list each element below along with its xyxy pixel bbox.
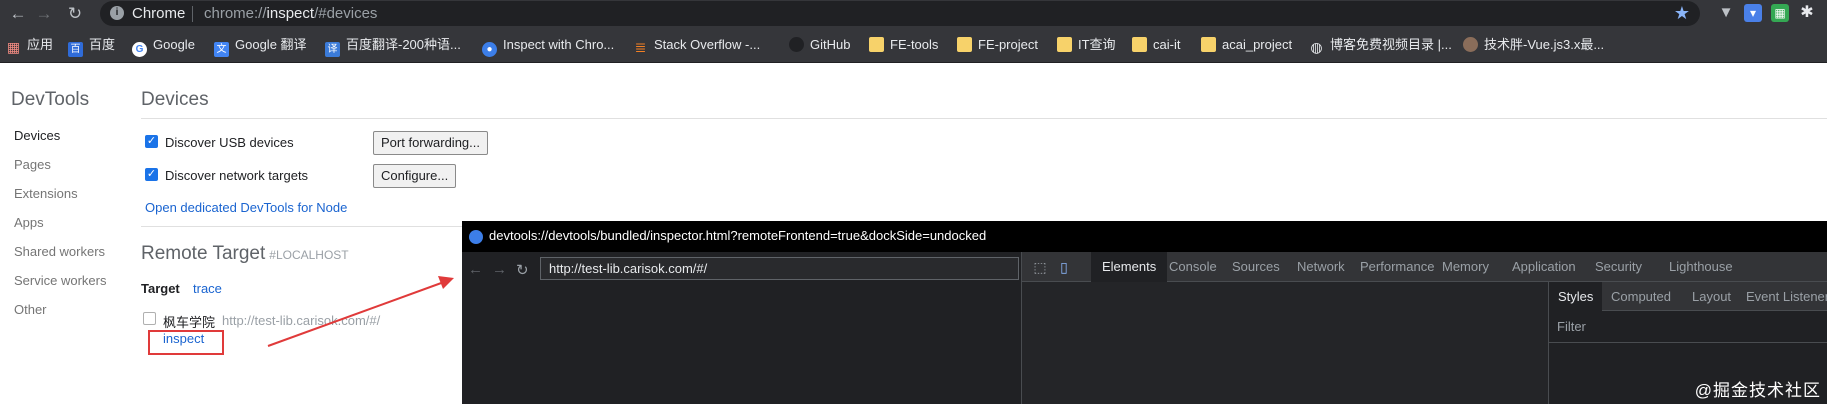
sidebar-item-extensions[interactable]: Extensions: [14, 186, 78, 201]
localhost-tag: #LOCALHOST: [269, 248, 349, 262]
annotation-arrow: [267, 276, 454, 347]
subtab-layout[interactable]: Layout: [1683, 282, 1740, 311]
folder-icon: [1201, 37, 1216, 52]
tab-sources[interactable]: Sources: [1221, 252, 1291, 282]
tab-memory[interactable]: Memory: [1431, 252, 1500, 282]
divider: [192, 6, 193, 22]
chrome-icon: ●: [482, 42, 497, 57]
screencast-pane: ← → ↻ http://test-lib.carisok.com/#/: [462, 252, 1022, 404]
tab-network[interactable]: Network: [1286, 252, 1356, 282]
back-icon[interactable]: ←: [7, 3, 29, 25]
annotation-highlight-box: [148, 330, 224, 355]
screencast-reload-icon[interactable]: ↻: [516, 261, 529, 279]
bookmark-item[interactable]: ● Inspect with Chro...: [482, 36, 614, 57]
sidebar-item-shared-workers[interactable]: Shared workers: [14, 244, 105, 259]
devtools-tab-bar: ⬚ ▯ Elements Console Sources Network Per…: [1022, 252, 1827, 282]
divider: [141, 118, 1827, 119]
page-favicon-icon: [143, 312, 156, 325]
bookmark-item[interactable]: IT查询: [1057, 36, 1116, 54]
styles-subtab-bar: Styles Computed Layout Event Listeners: [1549, 282, 1827, 311]
discover-network-checkbox[interactable]: ✓: [145, 168, 158, 181]
avatar-icon: [1463, 37, 1478, 52]
inspect-element-icon[interactable]: ⬚: [1032, 259, 1048, 275]
bookmark-item[interactable]: acai_project: [1201, 36, 1292, 54]
discover-network-label: Discover network targets: [165, 168, 309, 183]
trace-link[interactable]: trace: [193, 281, 222, 296]
reload-icon[interactable]: ↻: [64, 3, 86, 25]
screencast-forward-icon[interactable]: →: [492, 261, 507, 278]
omnibox-chip-label: Chrome: [132, 5, 186, 22]
configure-button[interactable]: Configure...: [373, 164, 457, 188]
divider: [1549, 342, 1827, 343]
address-bar[interactable]: i Chrome chrome://inspect/#devices ★: [100, 1, 1700, 26]
bookmark-item[interactable]: 百百度: [68, 36, 115, 57]
sidebar-item-service-workers[interactable]: Service workers: [14, 273, 106, 288]
chrome-logo-icon: [469, 230, 483, 244]
remote-target-title: Remote Target #LOCALHOST: [141, 243, 349, 264]
watermark-text: @掘金技术社区: [1694, 381, 1821, 400]
subtab-styles[interactable]: Styles: [1549, 282, 1603, 311]
bookmark-item[interactable]: ◍ 博客免费视频目录 |...: [1309, 36, 1451, 55]
globe-icon: ◍: [1310, 39, 1323, 55]
bookmark-star-icon[interactable]: ★: [1674, 3, 1690, 24]
discover-usb-label: Discover USB devices: [165, 135, 294, 150]
extension-triangle-icon[interactable]: ▼: [1717, 4, 1735, 22]
screencast-url-input[interactable]: http://test-lib.carisok.com/#/: [540, 257, 1019, 280]
discover-usb-checkbox[interactable]: ✓: [145, 135, 158, 148]
bookmarks-bar: ▦ 应用 百百度 G Google 文 Google 翻译 译百度翻译-200种语..…: [0, 27, 1827, 63]
page-title: Devices: [141, 89, 209, 110]
devtools-window-titlebar: devtools://devtools/bundled/inspector.ht…: [462, 221, 1827, 252]
extension-download-icon[interactable]: ▾: [1744, 4, 1762, 22]
target-page-name: 枫车学院: [163, 315, 216, 330]
google-translate-icon: 文: [214, 42, 229, 57]
github-icon: [789, 37, 804, 52]
baidu-translate-icon: 译: [325, 42, 340, 57]
open-node-devtools-link[interactable]: Open dedicated DevTools for Node: [145, 200, 347, 215]
screencast-back-icon[interactable]: ←: [468, 261, 483, 278]
bookmark-item[interactable]: cai-it: [1132, 36, 1180, 54]
apps-grid-icon: ▦: [6, 39, 21, 55]
bookmark-item[interactable]: 技术胖-Vue.js3.x最...: [1463, 36, 1604, 54]
sidebar-item-pages[interactable]: Pages: [14, 157, 51, 172]
sidebar-item-apps[interactable]: Apps: [14, 215, 44, 230]
styles-filter-input[interactable]: Filter: [1557, 319, 1586, 334]
devtools-window: devtools://devtools/bundled/inspector.ht…: [462, 221, 1827, 404]
devtools-window-title: devtools://devtools/bundled/inspector.ht…: [489, 228, 987, 243]
port-forwarding-button[interactable]: Port forwarding...: [373, 131, 488, 155]
bookmark-item[interactable]: FE-project: [957, 36, 1038, 54]
folder-icon: [957, 37, 972, 52]
address-url[interactable]: chrome://inspect/#devices: [204, 5, 377, 22]
bookmark-item[interactable]: 文 Google 翻译: [214, 36, 307, 57]
tab-console[interactable]: Console: [1158, 252, 1228, 282]
google-icon: G: [132, 42, 147, 57]
subtab-computed[interactable]: Computed: [1602, 282, 1680, 311]
tab-elements[interactable]: Elements: [1091, 252, 1168, 282]
target-label: Target: [141, 281, 180, 296]
sidebar-item-devices[interactable]: Devices: [14, 128, 60, 143]
device-toolbar-icon[interactable]: ▯: [1056, 259, 1072, 275]
sidebar-item-other[interactable]: Other: [14, 302, 47, 317]
extension-grid-icon[interactable]: ▦: [1771, 4, 1789, 22]
bookmark-item[interactable]: ≣ Stack Overflow -...: [633, 36, 761, 55]
tab-lighthouse[interactable]: Lighthouse: [1658, 252, 1744, 282]
browser-toolbar: ← → ↻ i Chrome chrome://inspect/#devices…: [0, 0, 1827, 27]
tab-application[interactable]: Application: [1501, 252, 1587, 282]
bookmark-item[interactable]: FE-tools: [869, 36, 938, 54]
extensions-puzzle-icon[interactable]: ✱: [1798, 4, 1816, 22]
site-info-icon[interactable]: i: [110, 6, 124, 20]
subtab-event-listeners[interactable]: Event Listeners: [1737, 282, 1827, 311]
bookmark-item[interactable]: 译百度翻译-200种语...: [325, 36, 461, 57]
bookmark-item[interactable]: GitHub: [789, 36, 850, 54]
sidebar-title: DevTools: [11, 89, 90, 110]
bookmark-item[interactable]: G Google: [132, 36, 195, 57]
baidu-icon: 百: [68, 42, 83, 57]
stackoverflow-icon: ≣: [634, 39, 647, 55]
folder-icon: [1057, 37, 1072, 52]
folder-icon: [1132, 37, 1147, 52]
bookmark-item[interactable]: ▦ 应用: [6, 36, 53, 55]
tab-security[interactable]: Security: [1584, 252, 1653, 282]
folder-icon: [869, 37, 884, 52]
forward-icon[interactable]: →: [33, 3, 55, 25]
